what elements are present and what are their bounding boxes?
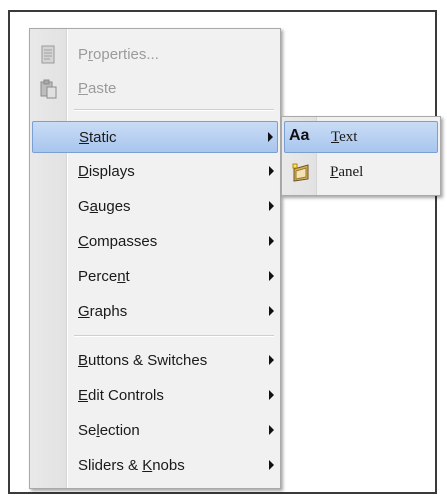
submenu-arrow-icon (269, 271, 274, 281)
menu-item-label: Properties... (78, 46, 159, 63)
submenu-item-panel[interactable]: Panel (284, 157, 438, 189)
properties-icon (41, 45, 55, 64)
menu-separator (74, 109, 274, 111)
submenu-item-text[interactable]: Aa Text (284, 121, 438, 153)
menu-item-static[interactable]: Static (32, 121, 278, 153)
menu-item-label: Percent (78, 268, 130, 285)
panel-icon (292, 163, 309, 182)
static-submenu: Aa Text Panel (281, 116, 441, 196)
submenu-arrow-icon (269, 355, 274, 365)
submenu-arrow-icon (269, 390, 274, 400)
menu-separator (74, 335, 274, 337)
menu-item-label: Displays (78, 163, 135, 180)
paste-icon (40, 79, 57, 99)
submenu-arrow-icon (269, 166, 274, 176)
submenu-arrow-icon (269, 460, 274, 470)
context-menu: Properties... Paste Static Displays Gaug… (29, 28, 281, 489)
submenu-item-label: Panel (330, 164, 364, 180)
menu-item-label: Buttons & Switches (78, 352, 208, 369)
submenu-arrow-icon (269, 425, 274, 435)
menu-item-graphs[interactable]: Graphs (32, 296, 278, 328)
submenu-arrow-icon (269, 306, 274, 316)
menu-item-label: Paste (78, 80, 117, 97)
menu-item-label: Compasses (78, 233, 158, 250)
menu-item-edit-controls[interactable]: Edit Controls (32, 380, 278, 412)
menu-item-label: Gauges (78, 198, 131, 215)
menu-item-label: Sliders & Knobs (78, 457, 185, 474)
menu-item-percent[interactable]: Percent (32, 261, 278, 293)
menu-item-compasses[interactable]: Compasses (32, 226, 278, 258)
menu-item-label: Graphs (78, 303, 128, 320)
menu-item-label: Edit Controls (78, 387, 164, 404)
menu-item-label: Selection (78, 422, 140, 439)
text-aa-icon: Aa (289, 127, 310, 144)
menu-item-sliders-knobs[interactable]: Sliders & Knobs (32, 450, 278, 482)
menu-item-paste[interactable]: Paste (32, 73, 278, 105)
menu-item-buttons-switches[interactable]: Buttons & Switches (32, 345, 278, 377)
menu-item-properties[interactable]: Properties... (32, 39, 278, 71)
menu-item-gauges[interactable]: Gauges (32, 191, 278, 223)
submenu-item-label: Text (331, 129, 358, 145)
menu-item-displays[interactable]: Displays (32, 156, 278, 188)
submenu-arrow-icon (269, 236, 274, 246)
submenu-arrow-icon (268, 132, 273, 142)
menu-item-selection[interactable]: Selection (32, 415, 278, 447)
menu-item-label: Static (79, 129, 117, 146)
submenu-arrow-icon (269, 201, 274, 211)
